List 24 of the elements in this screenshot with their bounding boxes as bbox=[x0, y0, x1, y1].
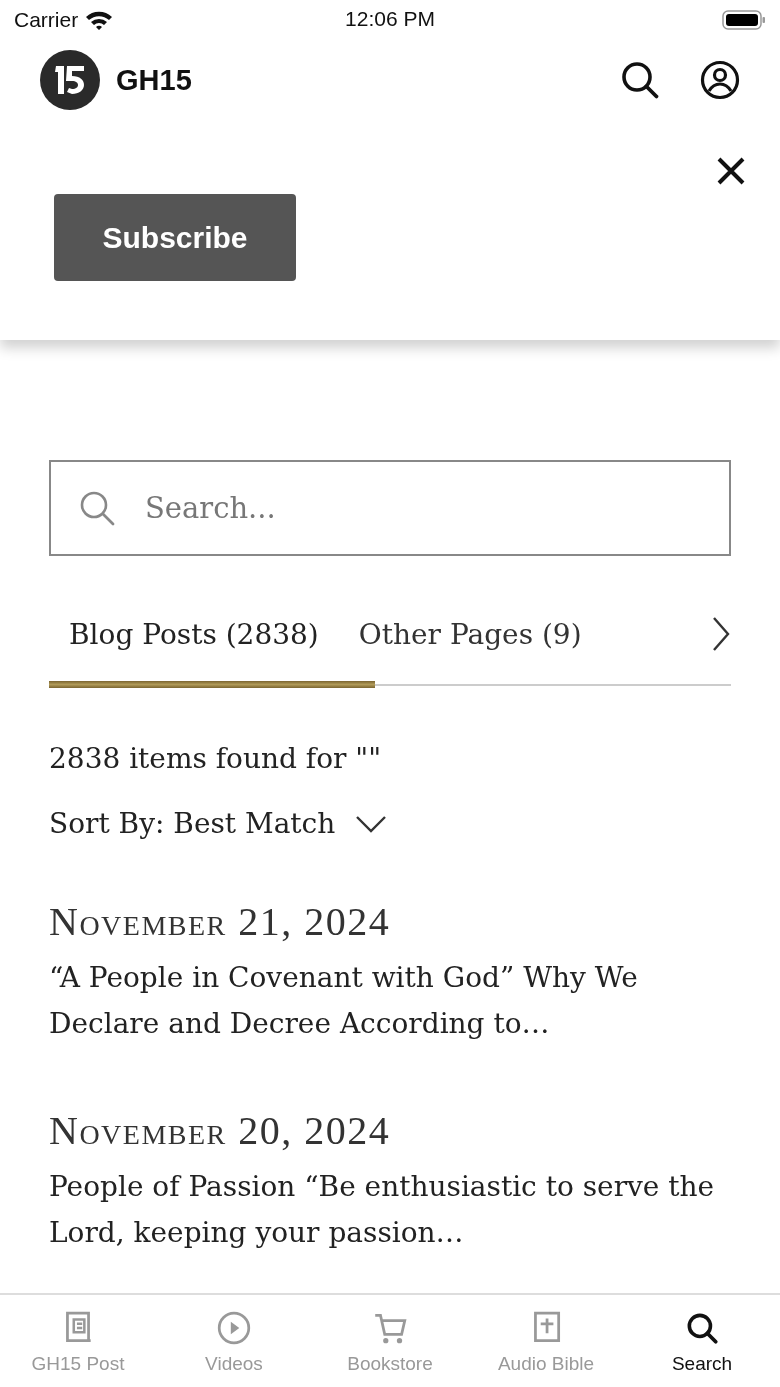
play-icon bbox=[215, 1309, 253, 1347]
logo-icon bbox=[40, 50, 100, 110]
post-title[interactable]: “A People in Covenant with God” Why We Declare and Decree According to… bbox=[49, 955, 731, 1047]
chevron-right-icon[interactable] bbox=[711, 616, 731, 652]
clock-time: 12:06 PM bbox=[344, 7, 436, 31]
search-icon[interactable] bbox=[620, 60, 660, 100]
search-field[interactable]: Search... bbox=[49, 460, 731, 556]
battery-icon bbox=[722, 9, 766, 31]
close-icon[interactable] bbox=[716, 156, 746, 186]
app-title: GH15 bbox=[116, 63, 192, 97]
chevron-down-icon[interactable] bbox=[355, 814, 388, 833]
wifi-icon bbox=[84, 9, 115, 31]
category-tab[interactable]: Blog Posts (2838) bbox=[49, 594, 339, 674]
search-icon bbox=[79, 490, 115, 526]
carrier-label: Carrier bbox=[14, 8, 79, 32]
category-tab[interactable]: Other Pages (9) bbox=[338, 594, 602, 674]
post-title[interactable]: People of Passion “Be enthusiastic to serve the Lord, keeping your passion… bbox=[49, 1164, 731, 1256]
result-count: 2838 items found for "" bbox=[49, 742, 383, 775]
profile-icon[interactable] bbox=[700, 60, 740, 100]
tab-bar-item[interactable]: Search bbox=[624, 1295, 780, 1387]
post-date: November 21, 2024 bbox=[49, 898, 392, 945]
sort-dropdown[interactable]: Sort By: Best Match bbox=[49, 807, 336, 840]
post-date: November 20, 2024 bbox=[49, 1107, 392, 1154]
subscribe-button[interactable]: Subscribe bbox=[54, 194, 296, 281]
